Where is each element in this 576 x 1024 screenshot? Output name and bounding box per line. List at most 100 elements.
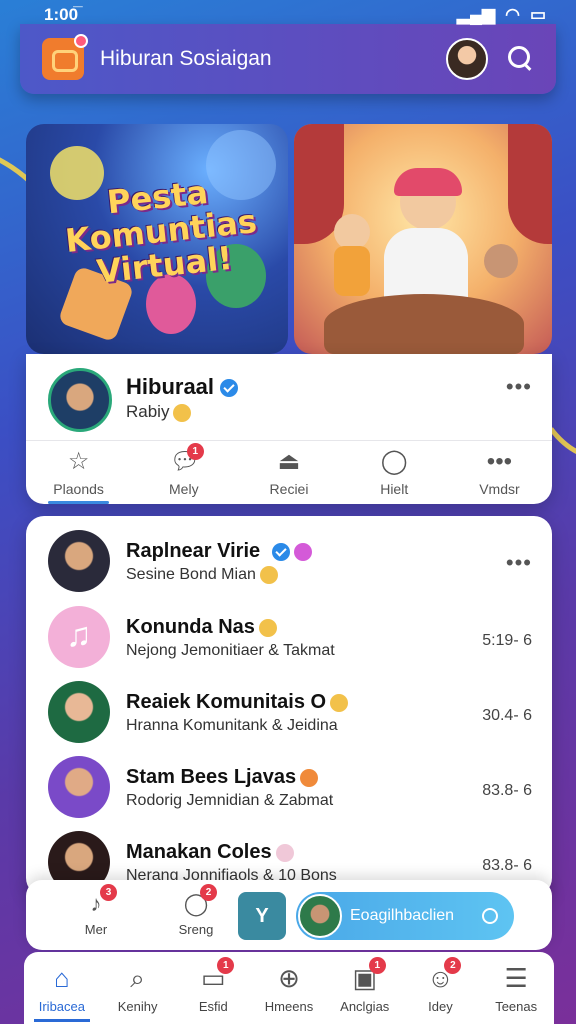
banner-right[interactable] [294, 124, 552, 354]
notification-badge: 2 [200, 884, 217, 901]
sreng-button[interactable]: ◯ 2 Sreng [166, 884, 226, 937]
face-icon: ☺ 2 [425, 956, 462, 993]
chat-bubble-icon: 💬︎ 1 [170, 442, 204, 475]
avatar [48, 756, 110, 818]
list-item-name-row: Raplnear Virie [126, 540, 312, 563]
tab-plaonds[interactable]: ☆ Plaonds [26, 441, 131, 504]
avatar [48, 681, 110, 743]
home-icon: ⌂ [54, 962, 70, 993]
nav-item-home[interactable]: ⌂ Iribacea [24, 952, 100, 1024]
search-icon[interactable] [508, 46, 534, 72]
emoji-icon [259, 566, 278, 584]
nav-item-face[interactable]: ☺ 2 Idey [403, 952, 479, 1024]
nav-item-globe[interactable]: ⊕ Hmeens [251, 952, 327, 1024]
notification-badge: 3 [100, 884, 117, 901]
gift-icon: ▣ 1 [350, 956, 386, 993]
globe-icon: ⊕ [278, 962, 300, 993]
notification-badge: 1 [217, 956, 235, 974]
emoji-icon [275, 843, 294, 862]
nav-label: Iribacea [38, 998, 85, 1014]
profile-card: Hiburaal Rabiy ••• ☆ Plaonds 💬︎ 1 Mely ⏏ … [26, 354, 552, 504]
status-icons: ▂▄▆ ◠ ▭ [457, 5, 546, 25]
sreng-label: Sreng [178, 922, 214, 937]
live-button[interactable]: Eoagilhbaclien [296, 892, 514, 940]
bottom-nav: ⌂ Iribacea ⌕ Kenihy ▭ 1 Esfid ⊕ Hmeens ▣ 1… [24, 952, 554, 1024]
list-item-subtitle: Nejong Jemonitiaer & Takmat [126, 642, 335, 659]
app-logo-icon [42, 34, 88, 80]
list-item[interactable]: Reaiek Komunitais O Hranna Komunitank & … [26, 671, 552, 746]
avatar [48, 530, 110, 592]
banner-title: Pesta Komuntias Virtual! [63, 173, 259, 291]
app-header: Hiburan Sosiaigan [20, 24, 556, 94]
user-avatar[interactable] [446, 38, 488, 80]
profile-tabs: ☆ Plaonds 💬︎ 1 Mely ⏏ Reciei ◯ Hielt ••• … [26, 440, 552, 504]
list-item-subtitle: Rodorig Jemnidian & Zabmat [126, 792, 334, 809]
tab-mely[interactable]: 💬︎ 1 Mely [131, 441, 236, 504]
status-time: 1:00̅ [44, 5, 79, 24]
nav-label: Teenas [495, 998, 538, 1014]
list-item-name-row: Reaiek Komunitais O [126, 691, 349, 714]
more-options-icon[interactable]: ••• [506, 374, 532, 400]
list-item-name: Konunda Nas [126, 616, 255, 638]
music-note-icon: ♫ [48, 606, 110, 668]
action-bar: ♪ 3 Mer ◯ 2 Sreng Y Eoagilhbaclien [26, 880, 552, 950]
list-item-name-row: Konunda Nas [126, 616, 277, 639]
chat-icon: ◯ 2 [181, 884, 217, 918]
list-item-sub-row: Sesine Bond Mian [126, 566, 278, 584]
list-item-name-row: Stam Bees Ljavas [126, 766, 319, 789]
profile-avatar[interactable] [48, 368, 112, 432]
nav-item-menu[interactable]: ☰ Teenas [478, 952, 554, 1024]
nav-item-search[interactable]: ⌕ Kenihy [100, 952, 176, 1024]
y-button[interactable]: Y [238, 892, 286, 940]
tab-label: Plaonds [53, 480, 104, 497]
more-options-icon[interactable]: ••• [506, 550, 532, 576]
battery-icon: ▭ [529, 5, 546, 24]
profile-name: Hiburaal [126, 374, 215, 399]
tab-vmdsr[interactable]: ••• Vmdsr [447, 441, 552, 504]
profile-subtitle: Rabiy [126, 402, 170, 421]
nav-label: Anclgias [340, 998, 390, 1014]
nav-item-gift[interactable]: ▣ 1 Anclgias [327, 952, 403, 1024]
tab-hielt[interactable]: ◯ Hielt [342, 441, 447, 504]
mer-button[interactable]: ♪ 3 Mer [66, 884, 126, 937]
menu-icon: ☰ [504, 962, 528, 993]
broom-icon: ⏏ [277, 447, 301, 475]
nav-item-inbox[interactable]: ▭ 1 Esfid [175, 952, 251, 1024]
music-icon: ♪ 3 [81, 884, 117, 918]
tab-reciei[interactable]: ⏏ Reciei [236, 441, 341, 504]
nav-label: Hmeens [264, 998, 314, 1014]
emoji-icon [300, 768, 319, 787]
emoji-icon [293, 542, 312, 561]
list-item-name-row: Manakan Coles [126, 841, 294, 864]
list-item[interactable]: Stam Bees Ljavas Rodorig Jemnidian & Zab… [26, 746, 552, 821]
list-item[interactable]: Raplnear Virie Sesine Bond Mian ••• [26, 520, 552, 595]
tab-label: Reciei [269, 480, 309, 497]
list-item-time: 30.4- 6 [482, 707, 532, 724]
search-icon: ⌕ [130, 962, 145, 993]
app-title: Hiburan Sosiaigan [100, 47, 272, 70]
list-item-name: Reaiek Komunitais O [126, 691, 327, 713]
notification-badge: 1 [186, 442, 204, 460]
live-label: Eoagilhbaclien [350, 907, 455, 924]
list-item-name: Raplnear Virie [126, 540, 261, 562]
emoji-icon [258, 618, 277, 637]
emoji-icon [173, 403, 192, 422]
inbox-icon: ▭ 1 [198, 956, 235, 993]
settings-icon [482, 908, 498, 924]
banner-left[interactable]: Pesta Komuntias Virtual! [26, 124, 288, 354]
list-item-name: Manakan Coles [126, 841, 272, 863]
tab-label: Vmdsr [479, 480, 520, 497]
star-icon: ☆ [67, 447, 90, 475]
list-item-name: Stam Bees Ljavas [126, 766, 297, 788]
tab-label: Hielt [380, 480, 409, 497]
list-item[interactable]: ♫ Konunda Nas Nejong Jemonitiaer & Takma… [26, 596, 552, 671]
wifi-icon: ◠ [505, 5, 520, 24]
status-bar: 1:00̅ ▂▄▆ ◠ ▭ [0, 0, 576, 30]
list-item-time: 5:19- 6 [482, 632, 532, 649]
community-list: Raplnear Virie Sesine Bond Mian ••• ♫ Ko… [26, 516, 552, 896]
verified-icon [271, 542, 290, 561]
list-item-time: 83.8- 6 [482, 857, 532, 874]
heart-bubble-icon: ◯ [380, 447, 408, 475]
nav-label: Kenihy [117, 998, 158, 1014]
mer-label: Mer [84, 922, 108, 937]
